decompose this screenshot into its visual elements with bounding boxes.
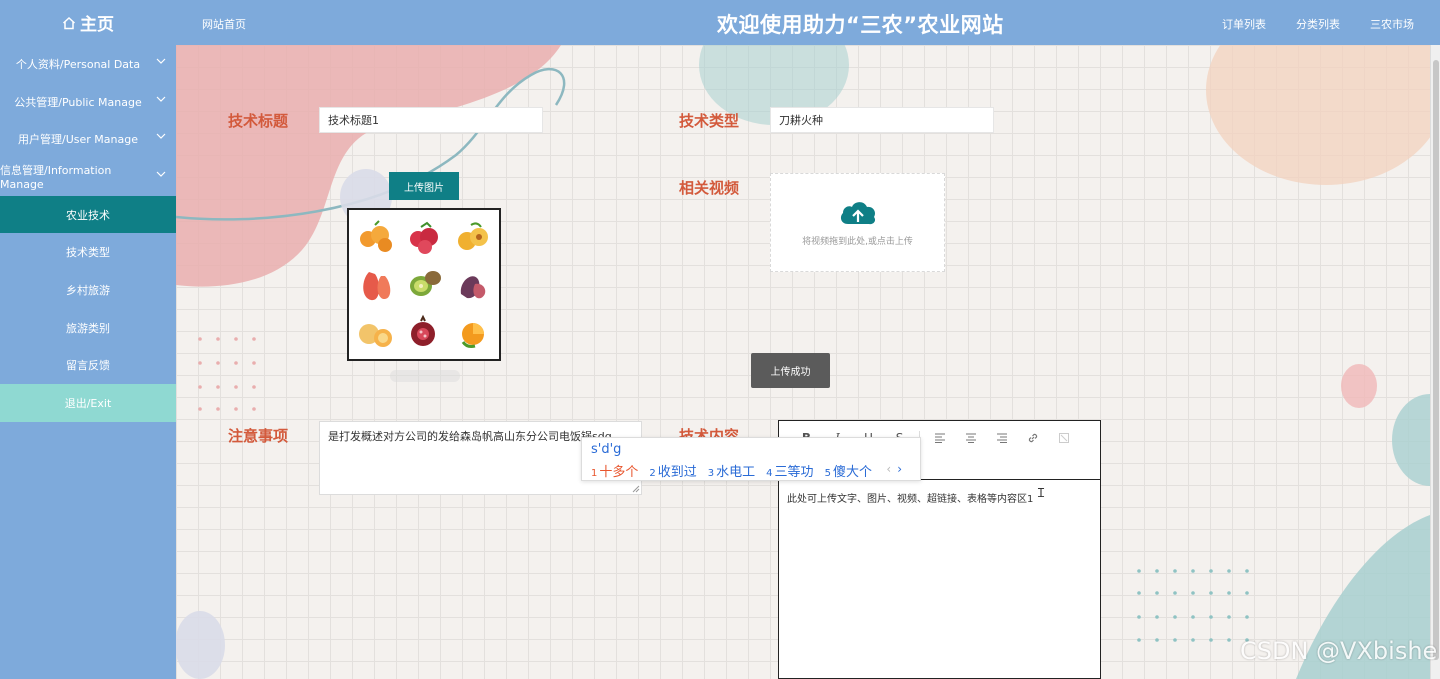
video-upload-dropzone[interactable]: 将视频拖到此处,或点击上传 [770,173,945,272]
resize-grip-icon[interactable] [632,485,640,493]
fruit-image-cell [353,309,399,355]
align-center-button[interactable] [955,429,986,447]
ime-candidate-list: 1 十多个 2 收到过 3 水电工 4 三等功 5 傻大个 [591,461,872,480]
notes-value: 是打发概述对方公司的发给森岛帆高山东分公司电饭锅sdg [328,430,612,443]
sidebar-item-label: 旅游类别 [66,321,110,335]
chevron-down-icon [156,171,166,177]
home-icon [62,16,76,29]
upload-image-button[interactable]: 上传图片 [389,172,459,200]
sidebar-item-feedback[interactable]: 留言反馈 [0,347,176,385]
ime-next-icon[interactable]: › [897,462,902,476]
home-label: 主页 [80,15,114,35]
sidebar-item-public-manage[interactable]: 公共管理/Public Manage [0,83,176,121]
cloud-upload-icon [840,202,875,225]
fruit-image-cell [401,214,447,260]
fruit-image-cell [449,262,495,308]
tech-title-value: 技术标题1 [328,114,379,127]
ime-page-nav: ‹ › [886,462,902,476]
page-scrollbar[interactable] [1430,45,1440,679]
sidebar-item-label: 留言反馈 [66,359,110,373]
align-right-icon [996,433,1007,443]
sidebar-item-tech-type[interactable]: 技术类型 [0,233,176,271]
upload-success-toast: 上传成功 [751,353,830,388]
top-header: 主页 网站首页 欢迎使用助力“三农”农业网站 订单列表 分类列表 三农市场 [0,0,1440,45]
text-cursor-icon: Ｉ [1035,486,1048,500]
sidebar-item-label: 信息管理/Information Manage [0,164,112,192]
uploaded-image-preview[interactable] [347,208,501,361]
editor-content[interactable]: 此处可上传文字、图片、视频、超链接、表格等内容区1 [787,490,1033,505]
sidebar-item-personal-data[interactable]: 个人资料/Personal Data [0,45,176,83]
sidebar-item-exit[interactable]: 退出/Exit [0,384,176,422]
fruit-image-cell [353,214,399,260]
home-link[interactable]: 主页 [0,0,176,45]
clear-format-button[interactable] [1048,429,1079,447]
sidebar-item-label: 个人资料/Personal Data [15,57,141,71]
tech-type-select[interactable]: 刀耕火种 [770,107,994,133]
sidebar-item-agri-tech[interactable]: 农业技术 [0,195,176,234]
top-link-orders[interactable]: 订单列表 [1222,16,1266,32]
ime-composition: s'd'g [591,442,622,457]
tech-type-label: 技术类型 [679,112,740,130]
ime-candidate-3[interactable]: 3 水电工 [708,461,755,480]
link-button[interactable] [1017,429,1048,447]
tech-title-label: 技术标题 [228,112,289,130]
align-left-icon [934,433,945,443]
sidebar-item-label: 农业技术 [66,208,110,222]
sidebar-item-rural-tourism[interactable]: 乡村旅游 [0,271,176,309]
link-icon [1028,433,1037,443]
clear-format-icon [1058,433,1069,443]
fruit-image-cell [401,262,447,308]
ime-candidate-popup[interactable]: s'd'g 1 十多个 2 收到过 3 水电工 4 三等功 5 傻大个 ‹ › [581,437,921,481]
ime-candidate-4[interactable]: 4 三等功 [766,461,813,480]
fruit-image-cell [353,262,399,308]
ime-candidate-1[interactable]: 1 十多个 [591,461,638,480]
tech-type-value: 刀耕火种 [779,114,823,127]
fruit-image-cell [449,214,495,260]
site-home-link[interactable]: 网站首页 [202,16,246,32]
site-title: 欢迎使用助力“三农”农业网站 [717,13,1004,37]
chevron-down-icon [156,96,166,102]
sidebar-item-label: 乡村旅游 [66,283,110,297]
fruit-image-cell [401,309,447,355]
sidebar-item-label: 公共管理/Public Manage [14,95,142,109]
watermark: CSDN @VXbishe [1240,637,1438,665]
scrollbar-thumb[interactable] [1433,60,1439,660]
sidebar: 个人资料/Personal Data 公共管理/Public Manage 用户… [0,45,176,679]
ime-prev-icon[interactable]: ‹ [886,462,891,476]
top-link-market[interactable]: 三农市场 [1370,16,1414,32]
sidebar-item-label: 用户管理/User Manage [18,133,138,147]
sidebar-item-label: 技术类型 [66,246,110,260]
ime-candidate-2[interactable]: 2 收到过 [649,461,696,480]
ime-candidate-5[interactable]: 5 傻大个 [825,461,872,480]
top-link-categories[interactable]: 分类列表 [1296,16,1340,32]
chevron-down-icon [156,133,166,140]
top-links: 订单列表 分类列表 三农市场 [1222,16,1414,32]
fruit-image-cell [449,309,495,355]
align-center-icon [965,433,976,443]
video-label: 相关视频 [679,179,740,197]
notes-label: 注意事项 [228,427,289,445]
sidebar-item-user-manage[interactable]: 用户管理/User Manage [0,120,176,158]
sidebar-item-label: 退出/Exit [64,397,112,411]
sidebar-item-tourism-category[interactable]: 旅游类别 [0,309,176,347]
align-right-button[interactable] [986,429,1017,447]
chevron-down-icon [156,58,166,64]
tech-title-input[interactable]: 技术标题1 [319,107,543,133]
video-upload-hint: 将视频拖到此处,或点击上传 [802,237,913,247]
sidebar-item-information-manage[interactable]: 信息管理/Information Manage [0,158,176,196]
align-left-button[interactable] [924,429,955,447]
